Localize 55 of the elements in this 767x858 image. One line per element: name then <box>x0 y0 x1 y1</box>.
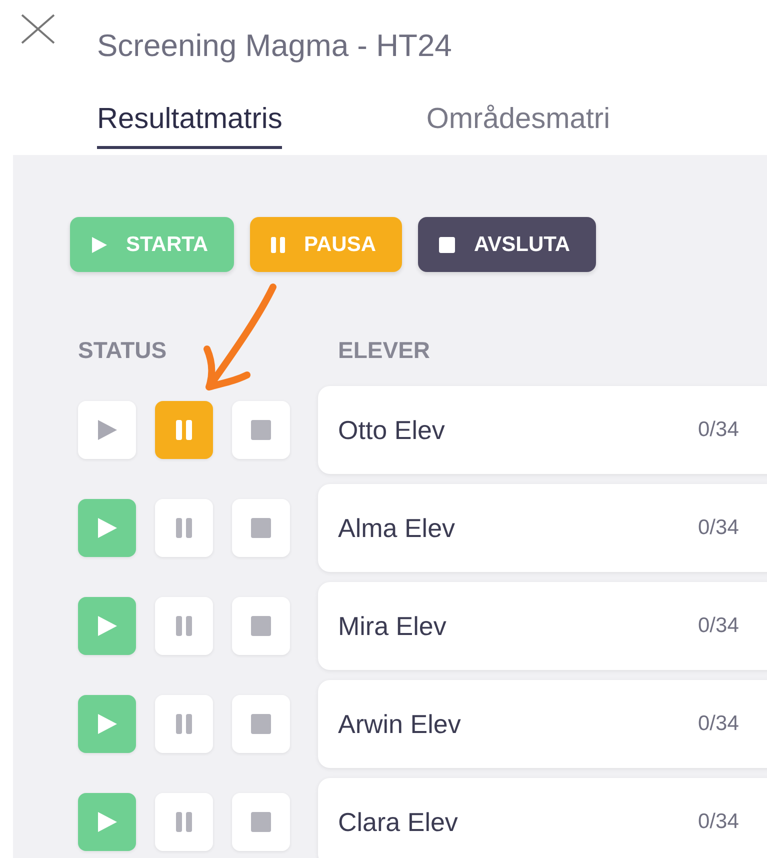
pause-icon <box>174 419 194 441</box>
column-header: ELEVER <box>338 336 430 364</box>
play-icon <box>90 236 108 254</box>
pause-button[interactable] <box>155 695 213 753</box>
score-text: 0/34 <box>698 614 739 638</box>
stop-button[interactable] <box>232 401 290 459</box>
stop-icon <box>438 236 456 254</box>
play-icon <box>95 516 119 540</box>
play-icon <box>95 418 119 442</box>
score-text: 0/34 <box>698 418 739 442</box>
start-button[interactable] <box>78 793 136 851</box>
pause-icon <box>174 517 194 539</box>
pause-icon <box>174 713 194 735</box>
start-button[interactable] <box>78 499 136 557</box>
stop-icon <box>250 419 272 441</box>
tab[interactable]: Resultatmatris <box>97 103 282 149</box>
score-text: 0/34 <box>698 810 739 834</box>
start-button[interactable] <box>78 695 136 753</box>
student-card[interactable]: Arwin Elev 0/34 <box>318 680 767 768</box>
pause-icon <box>174 615 194 637</box>
pause-button[interactable] <box>155 401 213 459</box>
stop-button[interactable] <box>232 597 290 655</box>
student-card[interactable]: Mira Elev 0/34 <box>318 582 767 670</box>
pause-icon <box>270 236 286 254</box>
column-header: STATUS <box>78 336 168 364</box>
stop-button[interactable] <box>232 499 290 557</box>
stop-icon <box>250 811 272 833</box>
pause-button[interactable] <box>155 793 213 851</box>
student-name: Alma Elev <box>338 512 456 544</box>
play-icon <box>95 614 119 638</box>
student-name: Mira Elev <box>338 610 448 642</box>
stop-icon <box>250 517 272 539</box>
student-card[interactable]: Clara Elev 0/34 <box>318 778 767 858</box>
window-title: Screening Magma - HT24 <box>97 28 452 64</box>
start-button[interactable] <box>78 401 136 459</box>
student-name: Clara Elev <box>338 806 459 838</box>
student-name: Otto Elev <box>338 414 446 446</box>
play-icon <box>95 810 119 834</box>
pause-icon <box>174 811 194 833</box>
stop-button[interactable] <box>232 695 290 753</box>
student-card[interactable]: Otto Elev 0/34 <box>318 386 767 474</box>
close-icon[interactable] <box>20 14 56 44</box>
play-icon <box>95 712 119 736</box>
stop-all-button[interactable]: AVSLUTA <box>418 217 596 272</box>
stop-icon <box>250 615 272 637</box>
student-name: Arwin Elev <box>338 708 462 740</box>
tab[interactable]: Områdesmatri <box>426 103 610 149</box>
pause-button[interactable] <box>155 597 213 655</box>
stop-button[interactable] <box>232 793 290 851</box>
stop-icon <box>250 713 272 735</box>
score-text: 0/34 <box>698 712 739 736</box>
start-button[interactable] <box>78 597 136 655</box>
score-text: 0/34 <box>698 516 739 540</box>
student-card[interactable]: Alma Elev 0/34 <box>318 484 767 572</box>
pause-button[interactable] <box>155 499 213 557</box>
